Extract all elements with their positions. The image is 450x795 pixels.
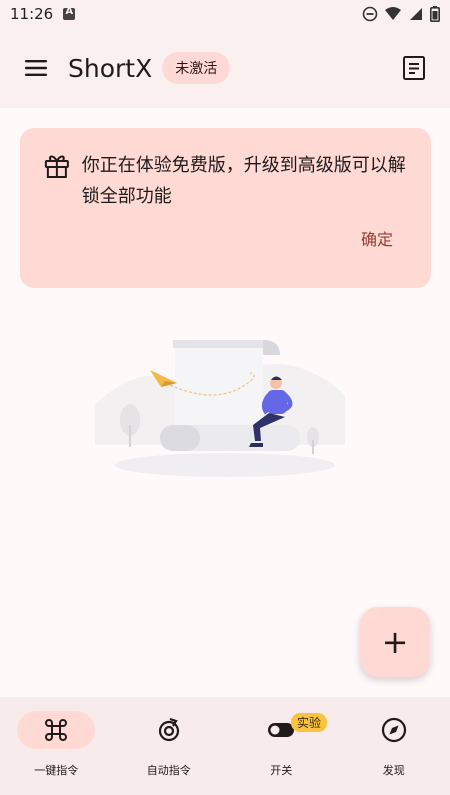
- battery-icon: [430, 6, 440, 22]
- app-title: ShortX: [68, 53, 153, 83]
- notification-a-icon: [63, 6, 76, 20]
- nav-label: 一键指令: [34, 764, 79, 777]
- banner-message: 你正在体验免费版，升级到高级版可以解锁全部功能: [81, 155, 406, 207]
- activation-status-badge[interactable]: 未激活: [162, 52, 231, 84]
- nav-pill: [355, 711, 433, 749]
- document-icon: [403, 56, 425, 80]
- nav-label: 发现: [382, 764, 405, 777]
- confirm-button[interactable]: 确定: [361, 226, 393, 250]
- document-button[interactable]: [396, 50, 432, 86]
- nav-label: 开关: [270, 764, 293, 777]
- app-bar: ShortX 未激活: [0, 28, 450, 108]
- add-button[interactable]: +: [360, 607, 430, 677]
- menu-button[interactable]: [18, 50, 54, 86]
- upgrade-banner: 你正在体验免费版，升级到高级版可以解锁全部功能 确定: [20, 128, 431, 288]
- do-not-disturb-icon: [362, 6, 378, 22]
- auto-icon: [158, 717, 179, 742]
- nav-item-auto-command[interactable]: 自动指令: [113, 697, 226, 795]
- nav-item-discover[interactable]: 发现: [338, 697, 450, 795]
- status-bar: 11:26: [0, 0, 450, 28]
- nav-pill: [130, 711, 208, 749]
- nav-label: 自动指令: [146, 764, 191, 777]
- gift-icon: [44, 155, 69, 178]
- status-time: 11:26: [10, 5, 54, 23]
- bottom-navigation: 一键指令 自动指令 实验 开关 发现: [0, 697, 450, 795]
- signal-icon: [410, 8, 422, 20]
- empty-state-illustration: [95, 340, 345, 477]
- nav-item-one-click-command[interactable]: 一键指令: [0, 697, 113, 795]
- app-screen: 11:26 A ShortX 未激活 你正在体验免费版，升级到高级版可以解锁全部…: [0, 0, 450, 795]
- nav-item-switches[interactable]: 实验 开关: [225, 697, 338, 795]
- status-icons: [362, 6, 440, 22]
- compass-icon: [381, 717, 406, 743]
- wifi-icon: [385, 7, 401, 20]
- nav-pill-active: [17, 711, 96, 749]
- command-icon: [45, 719, 68, 741]
- hamburger-menu-icon: [25, 60, 47, 76]
- experiment-badge: 实验: [291, 713, 328, 732]
